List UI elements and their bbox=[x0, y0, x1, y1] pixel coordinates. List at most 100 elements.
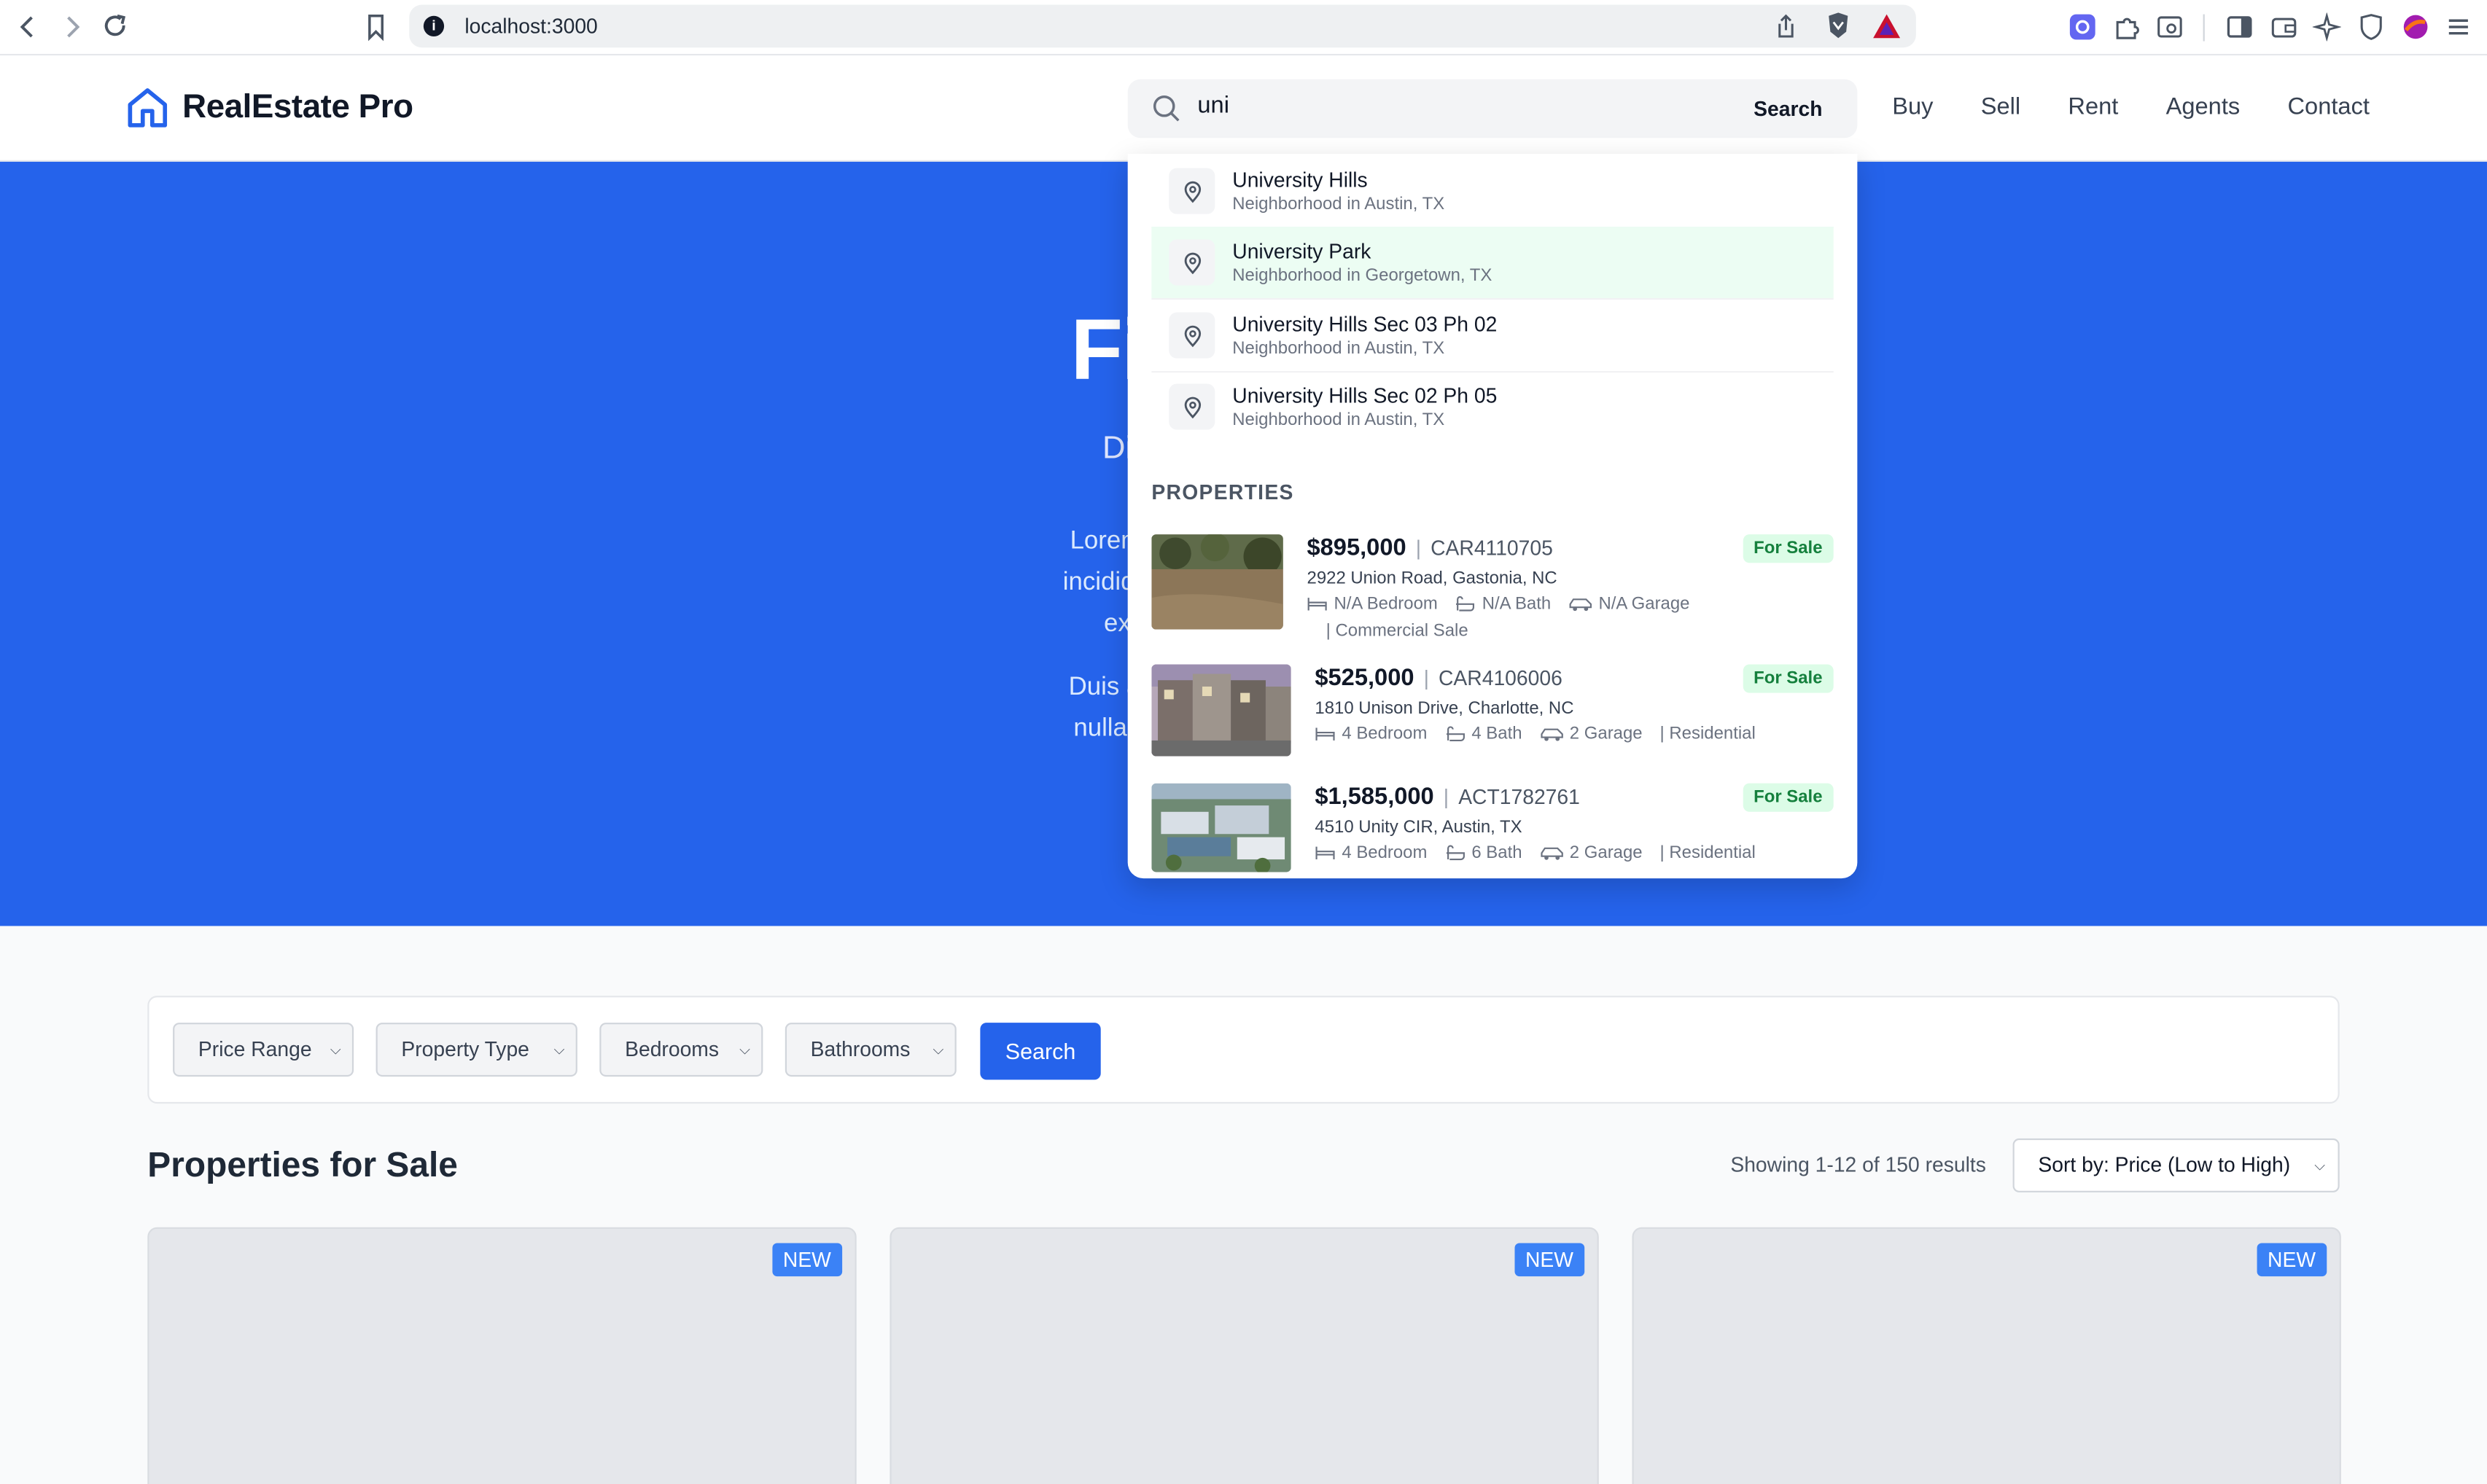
new-badge: NEW bbox=[1514, 1243, 1585, 1277]
property-photo bbox=[1151, 534, 1283, 630]
bathrooms-select[interactable]: Bathrooms ⌵ bbox=[785, 1023, 957, 1077]
property-type: | Residential bbox=[1659, 843, 1756, 863]
separator: | bbox=[1415, 536, 1422, 560]
bath-count: 6 Bath bbox=[1471, 843, 1522, 863]
bath-count: 4 Bath bbox=[1471, 725, 1522, 744]
suggestion-name: University Hills Sec 02 Ph 05 bbox=[1232, 383, 1498, 408]
status-badge: For Sale bbox=[1742, 783, 1834, 812]
bed-icon bbox=[1315, 727, 1335, 741]
forward-icon[interactable] bbox=[55, 11, 87, 43]
property-features: 4 Bedroom 6 Bath 2 Garage | Residential bbox=[1315, 843, 1822, 862]
bookmark-icon[interactable] bbox=[360, 11, 392, 43]
address-bar[interactable]: i localhost:3000 bbox=[409, 4, 1916, 48]
garage-count: 2 Garage bbox=[1569, 843, 1643, 863]
property-card[interactable]: NEW bbox=[147, 1227, 857, 1484]
property-type: | Commercial Sale bbox=[1326, 621, 1468, 641]
property-photo bbox=[1151, 783, 1291, 872]
bed-icon bbox=[1315, 846, 1335, 860]
filter-search-button[interactable]: Search bbox=[980, 1023, 1101, 1080]
nav-rent[interactable]: Rent bbox=[2068, 93, 2118, 120]
bath-icon bbox=[1456, 596, 1475, 612]
bedroom-count: N/A Bedroom bbox=[1334, 594, 1438, 614]
property-result[interactable]: $1,585,000 | ACT1782761 4510 Unity CIR, Au… bbox=[1151, 783, 1834, 879]
suggestion-item[interactable]: University Hills Sec 03 Ph 02 Neighborho… bbox=[1151, 300, 1833, 371]
menu-icon[interactable] bbox=[2444, 12, 2472, 41]
property-result[interactable]: $895,000 | CAR4110705 2922 Union Road, Gas… bbox=[1151, 534, 1834, 645]
bath-count: N/A Bath bbox=[1482, 594, 1552, 614]
brave-shield-icon[interactable] bbox=[1824, 11, 1853, 41]
extensions-puzzle-icon[interactable] bbox=[2113, 12, 2141, 41]
bathrooms-label: Bathrooms bbox=[810, 1036, 911, 1061]
profile-avatar-icon[interactable] bbox=[2402, 12, 2430, 41]
suggestion-meta: Neighborhood in Georgetown, TX bbox=[1232, 266, 1492, 286]
location-pin-icon bbox=[1169, 312, 1215, 359]
site-header: RealEstate Pro Search Buy Sell Rent Agen… bbox=[0, 55, 2487, 162]
bedrooms-label: Bedrooms bbox=[625, 1036, 719, 1061]
search-icon bbox=[1153, 95, 1180, 122]
search-bar: Search bbox=[1127, 79, 1858, 138]
suggestion-name: University Hills Sec 03 Ph 02 bbox=[1232, 312, 1498, 337]
status-badge: For Sale bbox=[1742, 664, 1834, 693]
location-pin-icon bbox=[1169, 383, 1215, 430]
vpn-shield-icon[interactable] bbox=[2357, 12, 2386, 41]
browser-toolbar: i localhost:3000 bbox=[0, 0, 2487, 56]
suggestion-meta: Neighborhood in Austin, TX bbox=[1232, 195, 1445, 214]
reader-mode-icon[interactable] bbox=[2155, 12, 2184, 41]
toolbar-divider bbox=[2203, 14, 2205, 42]
share-icon[interactable] bbox=[1773, 12, 1799, 39]
property-price: $525,000 bbox=[1315, 664, 1414, 692]
sidebar-toggle-icon[interactable] bbox=[2225, 12, 2254, 41]
car-icon bbox=[1569, 598, 1592, 612]
property-type-select[interactable]: Property Type ⌵ bbox=[375, 1023, 577, 1077]
new-badge: NEW bbox=[771, 1243, 843, 1277]
brave-rewards-icon[interactable] bbox=[1872, 12, 1902, 39]
chevron-down-icon: ⌵ bbox=[2314, 1157, 2326, 1173]
bedrooms-select[interactable]: Bedrooms ⌵ bbox=[599, 1023, 763, 1077]
suggestion-meta: Neighborhood in Austin, TX bbox=[1232, 410, 1445, 430]
bed-icon bbox=[1307, 598, 1327, 611]
suggestion-item[interactable]: University Park Neighborhood in Georgeto… bbox=[1151, 227, 1834, 298]
property-card[interactable]: NEW bbox=[890, 1227, 1599, 1484]
new-badge: NEW bbox=[2256, 1243, 2327, 1277]
search-input[interactable] bbox=[1197, 92, 1674, 120]
chevron-down-icon: ⌵ bbox=[933, 1042, 944, 1058]
separator: | bbox=[1443, 784, 1449, 809]
extension-gear-icon[interactable] bbox=[2068, 12, 2097, 41]
nav-buy[interactable]: Buy bbox=[1892, 93, 1933, 120]
garage-count: N/A Garage bbox=[1598, 594, 1690, 614]
suggestion-item[interactable]: University Hills Neighborhood in Austin,… bbox=[1151, 155, 1833, 227]
price-range-select[interactable]: Price Range ⌵ bbox=[173, 1023, 354, 1077]
chevron-down-icon: ⌵ bbox=[553, 1042, 565, 1058]
filter-bar: Price Range ⌵ Property Type ⌵ Bedrooms ⌵… bbox=[147, 996, 2340, 1104]
leo-ai-icon[interactable] bbox=[2312, 12, 2341, 42]
status-badge: For Sale bbox=[1742, 534, 1834, 563]
wallet-icon[interactable] bbox=[2270, 12, 2298, 41]
suggestion-item[interactable]: University Hills Sec 02 Ph 05 Neighborho… bbox=[1151, 371, 1833, 442]
logo[interactable]: RealEstate Pro bbox=[125, 85, 413, 130]
car-icon bbox=[1540, 728, 1563, 741]
property-type-label: Property Type bbox=[401, 1036, 529, 1061]
url-text[interactable]: localhost:3000 bbox=[464, 15, 597, 39]
home-icon bbox=[128, 88, 168, 128]
bath-icon bbox=[1446, 726, 1465, 741]
nav-agents[interactable]: Agents bbox=[2166, 93, 2241, 120]
property-address: 4510 Unity CIR, Austin, TX bbox=[1315, 818, 1522, 837]
back-icon[interactable] bbox=[12, 11, 44, 43]
property-info: $895,000 | CAR4110705 2922 Union Road, Gas… bbox=[1307, 534, 1735, 641]
property-card[interactable]: NEW bbox=[1632, 1227, 2341, 1484]
property-result[interactable]: $525,000 | CAR4106006 1810 Unison Drive, C… bbox=[1151, 664, 1834, 759]
nav-sell[interactable]: Sell bbox=[1981, 93, 2020, 120]
chevron-down-icon: ⌵ bbox=[330, 1042, 341, 1058]
site-info-icon[interactable]: i bbox=[423, 15, 445, 37]
nav-contact[interactable]: Contact bbox=[2287, 93, 2369, 120]
property-mls: ACT1782761 bbox=[1458, 784, 1580, 809]
price-range-label: Price Range bbox=[198, 1036, 312, 1061]
sort-select[interactable]: Sort by: Price (Low to High) ⌵ bbox=[2012, 1138, 2340, 1192]
property-photo bbox=[1151, 664, 1291, 757]
bedroom-count: 4 Bedroom bbox=[1342, 725, 1428, 744]
separator: | bbox=[1423, 665, 1429, 690]
search-button[interactable]: Search bbox=[1735, 85, 1842, 131]
reload-icon[interactable] bbox=[100, 11, 132, 43]
car-icon bbox=[1540, 847, 1563, 860]
property-mls: CAR4110705 bbox=[1431, 536, 1553, 560]
